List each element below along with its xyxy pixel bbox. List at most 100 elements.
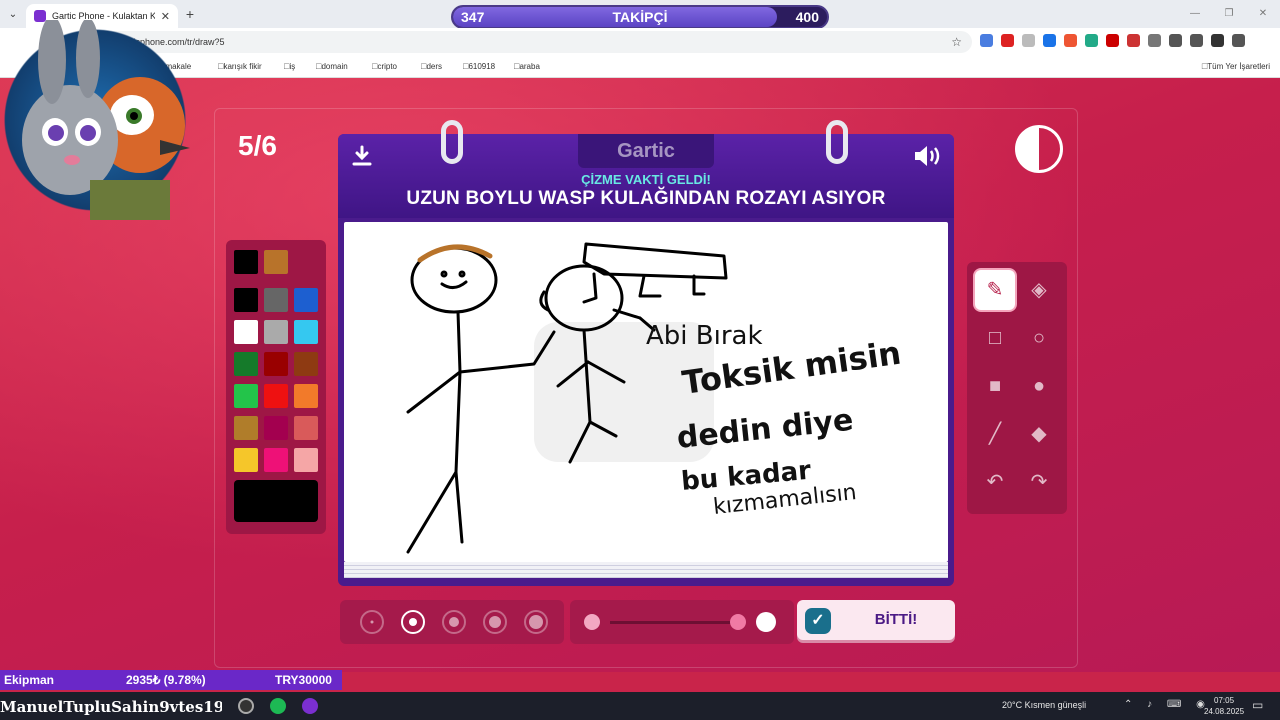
color-swatch[interactable] (264, 320, 288, 344)
color-swatch[interactable] (234, 416, 258, 440)
notifications-icon[interactable]: ▭ (1252, 698, 1263, 712)
drawing-text-line: Abi Bırak (646, 321, 763, 351)
brush-size-option-selected[interactable] (401, 610, 425, 634)
square-outline-icon[interactable]: □ (975, 318, 1015, 358)
drawing-canvas[interactable]: Abi Bırak Toksik misin dedin diye bu kad… (344, 222, 948, 562)
color-swatch[interactable] (264, 352, 288, 376)
pen-icon[interactable]: ✎ (975, 270, 1015, 310)
all-bookmarks[interactable]: Tüm Yer İşaretleri (1202, 61, 1270, 71)
check-icon: ✓ (805, 608, 831, 634)
color-swatch[interactable] (294, 448, 318, 472)
reading-list-icon[interactable] (1190, 34, 1203, 47)
bucket-icon[interactable]: ◆ (1019, 414, 1059, 454)
color-swatch[interactable] (234, 250, 258, 274)
contrast-toggle-icon[interactable] (1015, 125, 1063, 173)
color-swatch[interactable] (234, 288, 258, 312)
extension-icon[interactable] (1127, 34, 1140, 47)
cartoon-characters-icon (22, 16, 190, 220)
translate-icon[interactable] (980, 34, 993, 47)
color-swatch[interactable] (264, 448, 288, 472)
streamer-webcam (0, 16, 190, 220)
brush-size-option[interactable] (442, 610, 466, 634)
brush-size-picker (340, 600, 564, 644)
close-window-icon[interactable]: ✕ (1246, 0, 1280, 28)
pdf-icon[interactable] (1001, 34, 1014, 47)
color-swatch[interactable] (294, 288, 318, 312)
follower-goal-bar: TAKİPÇİ 347 400 (451, 5, 829, 29)
color-swatch[interactable] (234, 384, 258, 408)
bookmark-folder[interactable]: ders (421, 61, 442, 71)
eraser-icon[interactable]: ◈ (1019, 270, 1059, 310)
download-icon[interactable] (350, 144, 374, 174)
opacity-handle[interactable] (730, 614, 746, 630)
bookmark-folder[interactable]: cripto (372, 61, 397, 71)
bookmark-folder[interactable]: iş (284, 61, 295, 71)
opacity-track[interactable] (610, 621, 742, 624)
selected-color-preview[interactable] (234, 480, 318, 522)
board-header: Gartic ÇİZME VAKTİ GELDİ! UZUN BOYLU WAS… (338, 134, 954, 218)
stream-donation-bar: Ekipman 2935₺ (9.78%) TRY30000 (0, 670, 342, 690)
color-swatch[interactable] (264, 416, 288, 440)
opera-icon[interactable] (1106, 34, 1119, 47)
circle-fill-icon[interactable]: ● (1019, 366, 1059, 406)
color-swatch[interactable] (264, 250, 288, 274)
prompt-text: UZUN BOYLU WASP KULAĞINDAN ROZAYI ASIYOR (406, 188, 886, 209)
line-icon[interactable]: ╱ (975, 414, 1015, 454)
chrome-taskbar-icon[interactable] (238, 698, 254, 714)
extension-icon[interactable] (1085, 34, 1098, 47)
bookmarks-bar: makale karışık fikir iş domain cripto de… (0, 56, 1280, 78)
minimize-icon[interactable]: — (1178, 0, 1212, 28)
url-field[interactable]: garticphone.com/tr/draw?5 ☆ (100, 31, 972, 53)
color-swatch[interactable] (294, 384, 318, 408)
bookmark-folder[interactable]: karışık fikir (218, 61, 261, 71)
brush-size-option[interactable] (483, 610, 507, 634)
puzzle-icon[interactable] (1148, 34, 1161, 47)
spotify-icon[interactable] (270, 698, 286, 714)
extension-icon[interactable] (1043, 34, 1056, 47)
prompt-subtitle: ÇİZME VAKTİ GELDİ! (581, 172, 711, 187)
drawing-strokes: Abi Bırak Toksik misin dedin diye bu kad… (406, 242, 903, 554)
color-swatch[interactable] (294, 320, 318, 344)
clock-time: 07:05 (1214, 696, 1235, 705)
color-swatch[interactable] (294, 352, 318, 376)
circle-outline-icon[interactable]: ○ (1019, 318, 1059, 358)
brush-size-option[interactable] (360, 610, 384, 634)
bookmark-folder[interactable]: domain (316, 61, 347, 71)
follower-goal-label: TAKİPÇİ (612, 9, 668, 25)
done-button[interactable]: ✓ BİTTİ! (797, 600, 955, 640)
extension-icon[interactable] (1022, 34, 1035, 47)
gartic-logo: Gartic (578, 134, 714, 168)
follower-goal: 400 (795, 9, 819, 25)
color-swatch[interactable] (234, 448, 258, 472)
undo-icon[interactable]: ↶ (975, 462, 1015, 502)
color-swatch[interactable] (264, 384, 288, 408)
maximize-icon[interactable]: ❐ (1212, 0, 1246, 28)
bookmark-folder[interactable]: 610918 (463, 61, 495, 71)
round-counter: 5/6 (238, 130, 277, 161)
bookmark-folder[interactable]: araba (514, 61, 539, 71)
extension-icons (980, 34, 1245, 47)
color-swatch[interactable] (264, 288, 288, 312)
clock[interactable]: 07:05 24.08.2025 (1204, 695, 1244, 717)
brush-size-option[interactable] (524, 610, 548, 634)
color-swatch[interactable] (234, 320, 258, 344)
profile-avatar-icon[interactable] (1211, 34, 1224, 47)
extension-icon[interactable] (1064, 34, 1077, 47)
stream-overlay-name: Ekipman (4, 673, 55, 687)
taskbar: ManuelTupluSahin9vtes1994 20°C Kısmen gü… (0, 692, 1280, 720)
color-swatch[interactable] (234, 352, 258, 376)
redo-icon[interactable]: ↷ (1019, 462, 1059, 502)
sound-icon[interactable] (912, 144, 942, 174)
weather-widget[interactable]: 20°C Kısmen güneşli (1002, 700, 1086, 710)
system-tray-icons[interactable]: ⌃ ♪ ⌨ ◉ (1124, 699, 1211, 710)
square-fill-icon[interactable]: ■ (975, 366, 1015, 406)
opacity-slider (570, 600, 794, 644)
stream-ticker: ManuelTupluSahin9vtes1994 (0, 698, 222, 716)
opacity-max-icon (756, 612, 776, 632)
bookmark-star-icon[interactable]: ☆ (951, 31, 962, 53)
download-icon[interactable] (1169, 34, 1182, 47)
done-label: BİTTİ! (874, 611, 918, 628)
menu-dots-icon[interactable] (1232, 34, 1245, 47)
color-swatch[interactable] (294, 416, 318, 440)
gartic-taskbar-icon[interactable] (302, 698, 318, 714)
